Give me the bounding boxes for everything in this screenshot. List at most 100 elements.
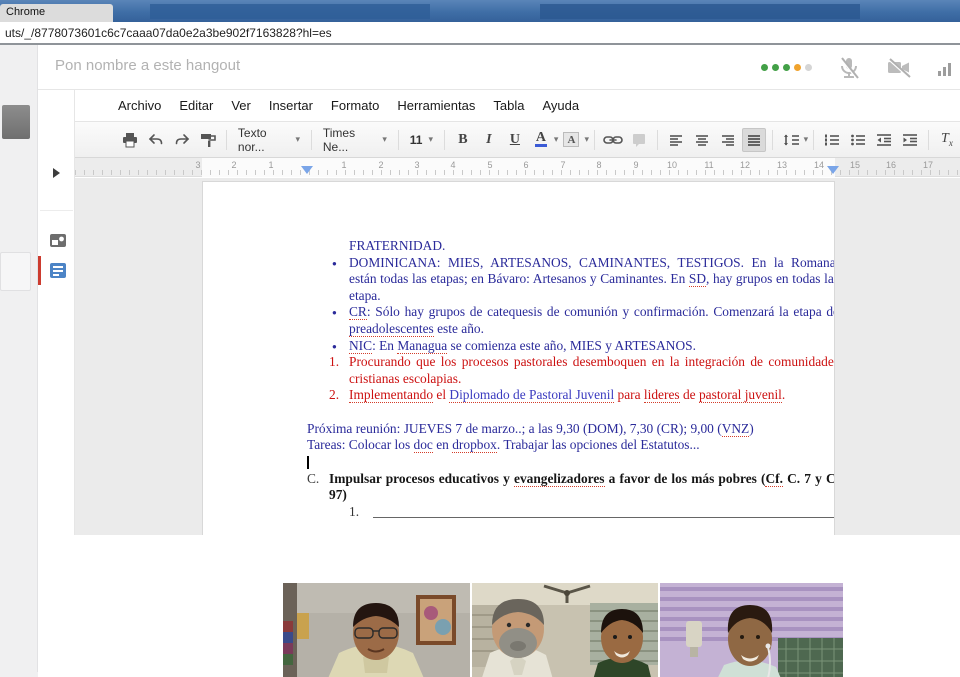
menu-insertar[interactable]: Insertar (260, 94, 322, 117)
chevron-down-icon[interactable]: ▾ (584, 134, 589, 145)
chevron-down-icon: ▾ (295, 134, 300, 145)
hangout-topbar (38, 45, 960, 90)
ruler-number: 1 (268, 160, 273, 170)
font-family-dropdown[interactable]: Times Ne...▾ (317, 128, 393, 152)
ruler-number: 14 (814, 160, 824, 170)
ruler-number: 11 (704, 160, 713, 170)
ruler-number: 13 (777, 160, 787, 170)
ruler-number: 3 (414, 160, 419, 170)
indent-marker-left[interactable] (301, 166, 313, 174)
active-app-indicator (38, 256, 41, 285)
docs-frame: Archivo Editar Ver Insertar Formato Herr… (75, 90, 960, 580)
menu-ayuda[interactable]: Ayuda (533, 94, 588, 117)
insert-comment-button[interactable] (627, 128, 651, 152)
docs-app-icon[interactable] (50, 263, 66, 278)
chevron-down-icon: ▾ (382, 134, 387, 145)
rail-divider (40, 210, 73, 211)
bulleted-list-button[interactable] (846, 128, 870, 152)
ruler-number: 16 (886, 160, 896, 170)
apps-rail (38, 90, 75, 580)
numbered-list-button[interactable] (820, 128, 844, 152)
ruler-number: 3 (195, 160, 200, 170)
docs-toolbar: Texto nor...▾ Times Ne...▾ 11▾ B I U A ▾ (75, 121, 960, 158)
ruler-number: 17 (923, 160, 933, 170)
italic-button[interactable]: I (477, 128, 501, 152)
decrease-indent-button[interactable] (872, 128, 896, 152)
align-right-button[interactable] (716, 128, 740, 152)
indent-marker-right[interactable] (827, 166, 839, 174)
chevron-down-icon[interactable]: ▾ (554, 134, 559, 145)
camera-muted-icon[interactable] (886, 57, 912, 79)
menu-archivo[interactable]: Archivo (109, 94, 170, 117)
url-text: uts/_/8778073601c6c7caaa07da0e2a3be902f7… (5, 26, 332, 40)
rail-footer (0, 672, 38, 677)
ruler-number: 2 (378, 160, 383, 170)
connection-dot (783, 64, 790, 71)
align-center-button[interactable] (690, 128, 714, 152)
participants-center-video (472, 583, 658, 677)
underline-button[interactable]: U (503, 128, 527, 152)
ruler-number: 7 (560, 160, 565, 170)
text-color-button[interactable]: A (529, 128, 553, 152)
background-window-strip (150, 4, 430, 19)
hangout-name-input[interactable] (55, 57, 455, 74)
doc-bullet-item: CR: Sólo hay grupos de catequesis de com… (307, 304, 835, 337)
menu-herramientas[interactable]: Herramientas (388, 94, 484, 117)
window-title: Chrome (0, 4, 113, 22)
ruler-number: 5 (487, 160, 492, 170)
video-thumbnail-3[interactable] (660, 583, 843, 677)
paragraph-style-dropdown[interactable]: Texto nor...▾ (232, 128, 306, 152)
chevron-down-icon[interactable]: ▾ (804, 134, 809, 145)
ruler[interactable]: 321123456789101112131415161718 (75, 158, 960, 177)
document-page[interactable]: FRATERNIDAD. DOMINICANA: MIES, ARTESANOS… (202, 181, 835, 580)
increase-indent-button[interactable] (898, 128, 922, 152)
ruler-number: 8 (596, 160, 601, 170)
doc-heading: FRATERNIDAD. (349, 238, 835, 255)
microphone-muted-icon[interactable] (838, 56, 860, 80)
paint-format-button[interactable] (196, 128, 220, 152)
self-video-placeholder[interactable] (2, 105, 30, 139)
ruler-number: 1 (341, 160, 346, 170)
ruler-number: 4 (450, 160, 455, 170)
doc-numbered-item: 2.Implementando el Diplomado de Pastoral… (307, 387, 835, 404)
menu-tabla[interactable]: Tabla (484, 94, 533, 117)
font-size-dropdown[interactable]: 11▾ (404, 128, 439, 152)
redo-button[interactable] (170, 128, 194, 152)
ruler-number: 2 (231, 160, 236, 170)
clear-formatting-button[interactable]: Tx (935, 128, 959, 152)
address-bar[interactable]: uts/_/8778073601c6c7caaa07da0e2a3be902f7… (0, 22, 960, 45)
screen: Chrome uts/_/8778073601c6c7caaa07da0e2a3… (0, 0, 960, 677)
align-justify-button[interactable] (742, 128, 766, 152)
video-thumbnail-1[interactable] (283, 583, 470, 677)
menu-ver[interactable]: Ver (222, 94, 260, 117)
docs-menubar: Archivo Editar Ver Insertar Formato Herr… (75, 90, 960, 121)
ruler-number: 10 (667, 160, 677, 170)
doc-bullet-item: DOMINICANA: MIES, ARTESANOS, CAMINANTES,… (307, 255, 835, 305)
undo-button[interactable] (144, 128, 168, 152)
doc-numbered-item: 1.Procurando que los procesos pastorales… (307, 354, 835, 387)
ruler-number: 12 (740, 160, 750, 170)
capture-app-icon[interactable] (50, 233, 66, 253)
line-spacing-button[interactable] (779, 128, 803, 152)
ruler-number: 15 (850, 160, 860, 170)
blank-line (373, 517, 835, 518)
participants-rail (0, 45, 38, 677)
video-filmstrip (38, 535, 960, 672)
menu-formato[interactable]: Formato (322, 94, 388, 117)
document-canvas: FRATERNIDAD. DOMINICANA: MIES, ARTESANOS… (75, 178, 960, 580)
connection-dot (794, 64, 801, 71)
connection-dot (805, 64, 812, 71)
window-titlebar[interactable]: Chrome (0, 0, 960, 22)
print-button[interactable] (118, 128, 142, 152)
align-left-button[interactable] (664, 128, 688, 152)
doc-paragraph: Próxima reunión: JUEVES 7 de marzo..; a … (307, 421, 835, 438)
ruler-number: 9 (633, 160, 638, 170)
video-thumbnail-2[interactable] (472, 583, 658, 677)
highlight-color-button[interactable]: A (559, 128, 583, 152)
doc-cursor-line (307, 454, 835, 471)
insert-link-button[interactable] (601, 128, 625, 152)
menu-editar[interactable]: Editar (170, 94, 222, 117)
ruler-number: 6 (523, 160, 528, 170)
expand-panel-icon[interactable] (53, 168, 60, 178)
bold-button[interactable]: B (451, 128, 475, 152)
